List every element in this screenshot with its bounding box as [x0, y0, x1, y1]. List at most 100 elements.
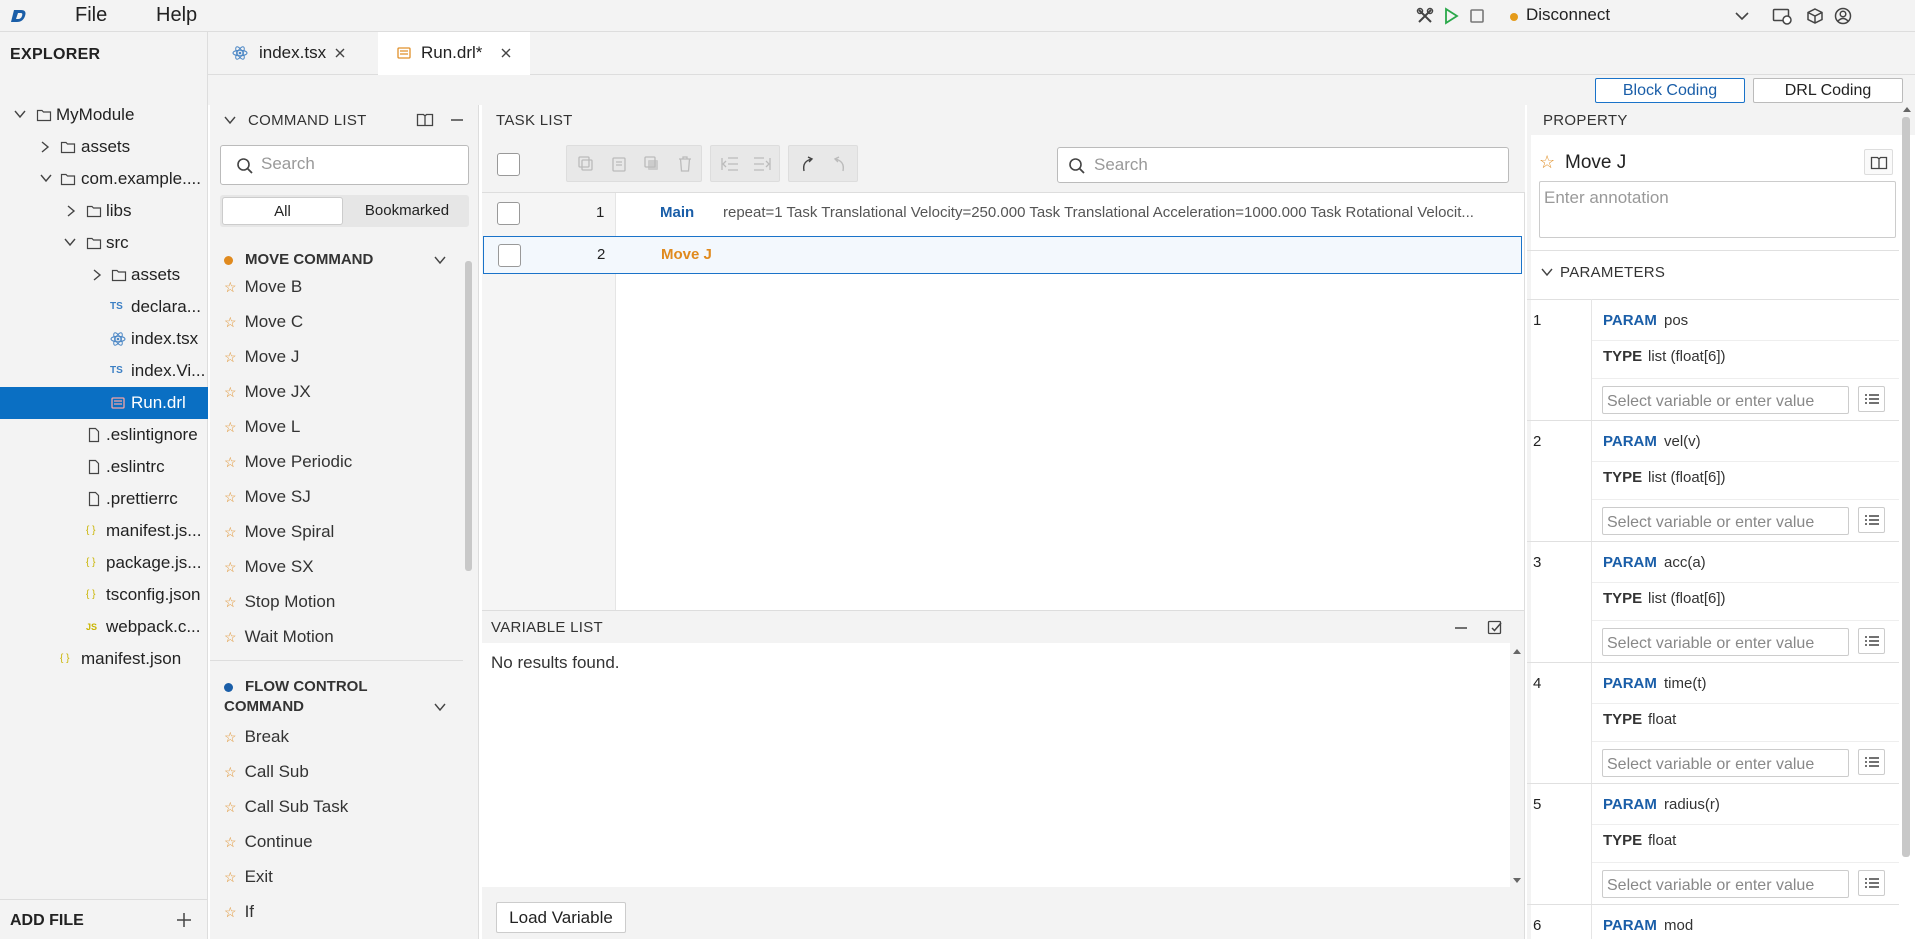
task-search-input[interactable]: Search: [1057, 147, 1509, 183]
property-scrollbar[interactable]: [1902, 117, 1910, 857]
param-value-input[interactable]: Select variable or enter value: [1602, 628, 1849, 656]
command-item[interactable]: ☆ Move JX: [224, 382, 311, 402]
command-scrollbar[interactable]: [465, 261, 472, 571]
star-icon[interactable]: ☆: [224, 279, 237, 295]
star-icon[interactable]: ☆: [224, 314, 237, 330]
duplicate-icon[interactable]: [643, 155, 661, 173]
command-item[interactable]: ☆ Wait Motion: [224, 627, 334, 647]
build-tools-icon[interactable]: [1416, 7, 1434, 25]
block-coding-button[interactable]: Block Coding: [1595, 78, 1745, 103]
command-item[interactable]: ☆ Call Sub: [224, 762, 309, 782]
command-item[interactable]: ☆ Exit: [224, 867, 273, 887]
menu-file[interactable]: File: [75, 4, 107, 27]
command-search-input[interactable]: Search: [220, 145, 469, 185]
tree-folder-mymodule[interactable]: MyModule: [0, 99, 208, 131]
command-item[interactable]: ☆ Move Spiral: [224, 522, 334, 542]
star-icon[interactable]: ☆: [224, 349, 237, 365]
redo-icon[interactable]: [829, 155, 849, 173]
command-item[interactable]: ☆ Move Periodic: [224, 452, 352, 472]
add-file-plus-icon[interactable]: [175, 911, 193, 929]
star-icon[interactable]: ☆: [224, 559, 237, 575]
tree-file-eslintrc[interactable]: .eslintrc: [0, 451, 208, 483]
tree-file-webpack[interactable]: JS webpack.c...: [0, 611, 208, 643]
param-value-input[interactable]: Select variable or enter value: [1602, 507, 1849, 535]
filter-bookmarked-button[interactable]: Bookmarked: [347, 197, 467, 225]
stop-icon[interactable]: [1468, 7, 1486, 25]
star-icon[interactable]: ☆: [224, 729, 237, 745]
param-value-input[interactable]: Select variable or enter value: [1602, 870, 1849, 898]
scroll-up-icon[interactable]: [1902, 105, 1912, 113]
tree-folder-com-example[interactable]: com.example....: [0, 163, 208, 195]
device-settings-icon[interactable]: [1772, 7, 1792, 25]
tab-index-tsx[interactable]: index.tsx: [208, 32, 363, 75]
task-row-2[interactable]: 2 Move J: [483, 236, 1522, 274]
minimize-icon[interactable]: [1454, 621, 1468, 635]
tree-folder-assets[interactable]: assets: [0, 131, 208, 163]
star-icon[interactable]: ☆: [224, 799, 237, 815]
scroll-up-icon[interactable]: [1512, 647, 1522, 655]
variable-list-button[interactable]: [1858, 507, 1885, 533]
menu-help[interactable]: Help: [156, 4, 197, 27]
chevron-down-icon[interactable]: [1541, 267, 1553, 277]
tree-file-tsconfig[interactable]: { } tsconfig.json: [0, 579, 208, 611]
undo-icon[interactable]: [798, 155, 818, 173]
scroll-down-icon[interactable]: [1512, 877, 1522, 885]
star-icon[interactable]: ☆: [224, 489, 237, 505]
star-icon[interactable]: ☆: [224, 834, 237, 850]
tab-run-drl[interactable]: Run.drl*: [378, 32, 530, 76]
variable-list-button[interactable]: [1858, 628, 1885, 654]
command-item[interactable]: ☆ Move SX: [224, 557, 314, 577]
indent-icon[interactable]: [752, 155, 772, 173]
book-icon[interactable]: [416, 112, 434, 128]
outdent-icon[interactable]: [720, 155, 740, 173]
star-icon[interactable]: ☆: [224, 594, 237, 610]
command-item[interactable]: ☆ Continue: [224, 832, 313, 852]
copy-icon[interactable]: [577, 155, 595, 173]
chevron-down-icon[interactable]: [224, 115, 236, 125]
select-all-checkbox[interactable]: [497, 153, 520, 176]
chevron-right-icon[interactable]: [66, 205, 76, 217]
tree-file-declarations[interactable]: TS declara...: [0, 291, 208, 323]
minimize-icon[interactable]: [450, 113, 464, 127]
paste-icon[interactable]: [610, 155, 628, 173]
tree-file-index-vi[interactable]: TS index.Vi...: [0, 355, 208, 387]
command-item[interactable]: ☆ Move J: [224, 347, 299, 367]
connection-dropdown-icon[interactable]: [1734, 9, 1750, 23]
tree-file-index-tsx[interactable]: index.tsx: [0, 323, 208, 355]
command-item[interactable]: ☆ Call Sub Task: [224, 797, 348, 817]
chevron-down-icon[interactable]: [64, 237, 76, 247]
connection-status[interactable]: Disconnect: [1526, 5, 1610, 25]
filter-all-button[interactable]: All: [222, 197, 343, 225]
param-value-input[interactable]: Select variable or enter value: [1602, 749, 1849, 777]
tree-file-eslintignore[interactable]: .eslintignore: [0, 419, 208, 451]
row-checkbox[interactable]: [498, 244, 521, 267]
variable-list-button[interactable]: [1858, 870, 1885, 896]
chevron-down-icon[interactable]: [40, 173, 52, 183]
star-icon[interactable]: ☆: [224, 904, 237, 920]
play-icon[interactable]: [1442, 7, 1460, 25]
load-variable-button[interactable]: Load Variable: [496, 902, 626, 933]
tree-file-package-json[interactable]: { } package.js...: [0, 547, 208, 579]
book-icon[interactable]: [1864, 149, 1893, 175]
delete-icon[interactable]: [676, 155, 694, 173]
star-icon[interactable]: ☆: [224, 454, 237, 470]
command-item[interactable]: ☆ Move B: [224, 277, 302, 297]
chevron-down-icon[interactable]: [14, 109, 26, 119]
task-row-1[interactable]: 1 Main repeat=1 Task Translational Veloc…: [482, 194, 1522, 232]
tree-folder-libs[interactable]: libs: [0, 195, 208, 227]
command-item[interactable]: ☆ If: [224, 902, 254, 922]
star-icon[interactable]: ☆: [224, 384, 237, 400]
tree-file-prettierrc[interactable]: .prettierrc: [0, 483, 208, 515]
chevron-down-icon[interactable]: [434, 702, 446, 712]
close-icon[interactable]: [500, 47, 512, 59]
tree-file-root-manifest[interactable]: { } manifest.json: [0, 643, 208, 675]
close-icon[interactable]: [334, 47, 346, 59]
command-item[interactable]: ☆ Move L: [224, 417, 300, 437]
chevron-right-icon[interactable]: [92, 269, 102, 281]
edit-variable-icon[interactable]: [1487, 619, 1503, 635]
tree-file-run-drl[interactable]: Run.drl: [0, 387, 208, 419]
tree-folder-src[interactable]: src: [0, 227, 208, 259]
package-icon[interactable]: [1806, 7, 1824, 25]
star-icon[interactable]: ☆: [224, 764, 237, 780]
command-item[interactable]: ☆ Stop Motion: [224, 592, 335, 612]
